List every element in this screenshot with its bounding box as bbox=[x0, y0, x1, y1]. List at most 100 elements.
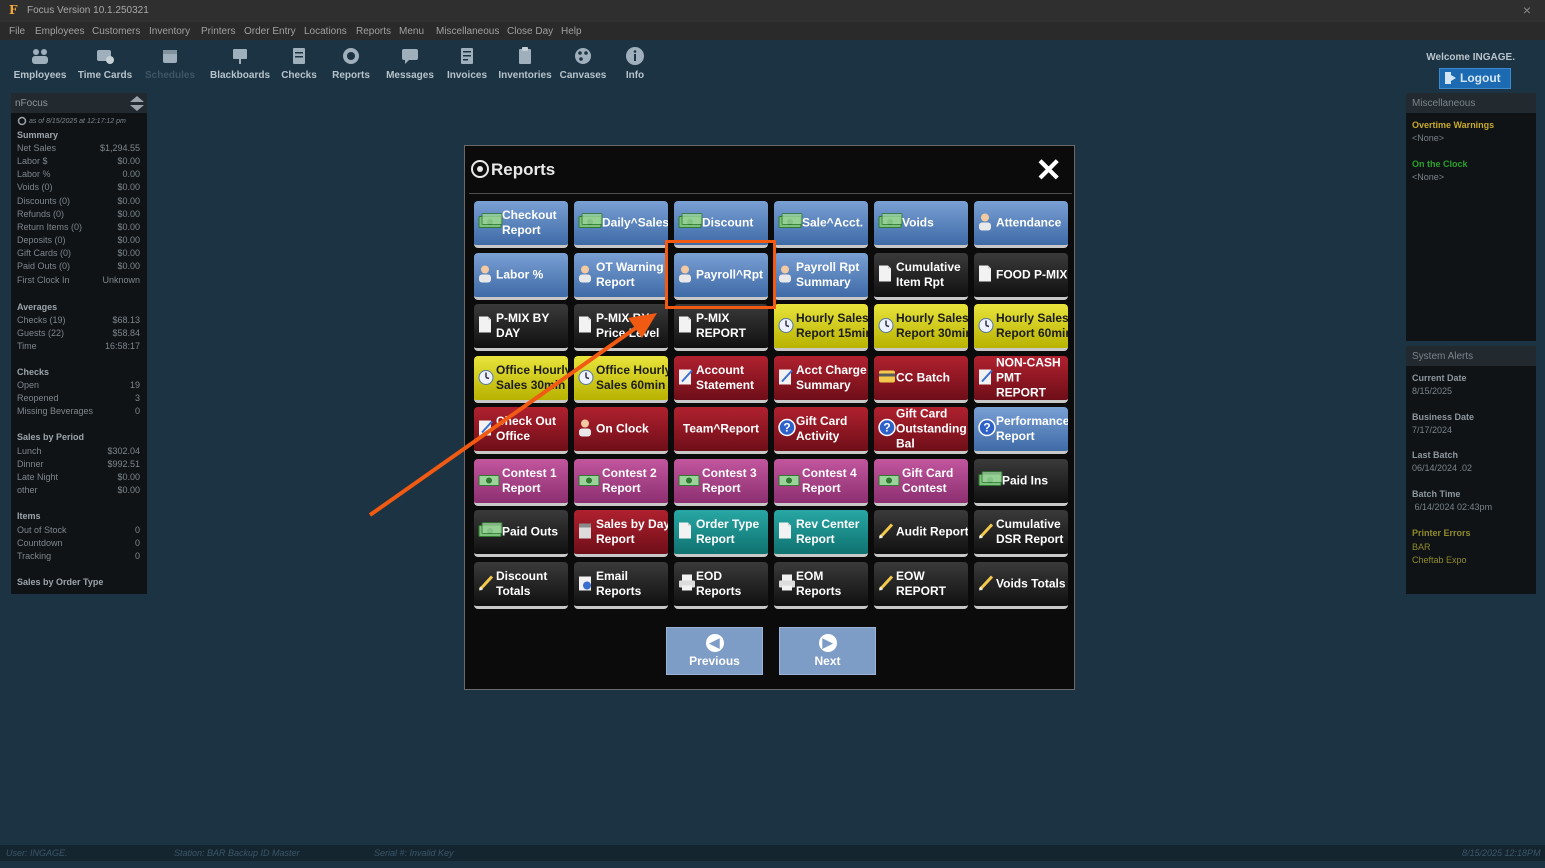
summary-label: Deposits (0) bbox=[17, 235, 66, 245]
report-button-label: P-MIX BY DAY bbox=[496, 311, 550, 340]
toolbar-reports[interactable]: Reports bbox=[321, 46, 381, 81]
report-button-hourly-sales-report-15min[interactable]: Hourly Sales Report 15min bbox=[774, 304, 868, 351]
menu-employees[interactable]: Employees bbox=[35, 26, 84, 37]
report-button-office-hourly-sales-30min[interactable]: Office Hourly Sales 30min bbox=[474, 355, 568, 403]
report-button-p-mix-by-day[interactable]: P-MIX BY DAY bbox=[474, 304, 568, 351]
report-button-contest-1-report[interactable]: Contest 1 Report bbox=[474, 458, 568, 506]
document-icon bbox=[778, 522, 792, 543]
sort-arrows-icon[interactable] bbox=[130, 96, 144, 111]
report-button-payroll-rpt[interactable]: Payroll^Rpt bbox=[674, 252, 768, 300]
report-button-sales-by-day-report[interactable]: Sales by Day Report bbox=[574, 510, 668, 557]
report-button-labor[interactable]: Labor % bbox=[474, 252, 568, 300]
report-button-attendance[interactable]: Attendance bbox=[974, 201, 1068, 248]
report-button-eod-reports[interactable]: EOD Reports bbox=[674, 561, 768, 609]
statement-icon bbox=[478, 419, 494, 440]
menu-order-entry[interactable]: Order Entry bbox=[244, 26, 296, 37]
toolbar-checks[interactable]: Checks bbox=[269, 46, 329, 81]
sales-by-order-type-heading: Sales by Order Type bbox=[17, 577, 104, 587]
report-button-rev-center-report[interactable]: Rev Center Report bbox=[774, 510, 868, 557]
main-toolbar: Employees Time Cards Schedules Blackboar… bbox=[0, 40, 1545, 92]
report-button-ot-warning-report[interactable]: OT Warning Report bbox=[574, 252, 668, 300]
report-button-gift-card-contest[interactable]: Gift Card Contest bbox=[874, 458, 968, 506]
menu-customers[interactable]: Customers bbox=[92, 26, 140, 37]
checks-icon bbox=[293, 48, 305, 64]
menu-miscellaneous[interactable]: Miscellaneous bbox=[436, 26, 499, 37]
report-button-non-cash-pmt-report[interactable]: NON-CASH PMT REPORT bbox=[974, 355, 1068, 403]
report-button-acct-charge-summary[interactable]: Acct Charge Summary bbox=[774, 355, 868, 403]
report-button-cumulative-item-rpt[interactable]: Cumulative Item Rpt bbox=[874, 252, 968, 300]
menu-locations[interactable]: Locations bbox=[304, 26, 347, 37]
checks-row: Reopened 3 bbox=[17, 393, 140, 403]
report-button-gift-card-outstanding-bal[interactable]: ? Gift Card Outstanding Bal bbox=[874, 407, 968, 454]
previous-button[interactable]: ◀ Previous bbox=[666, 627, 763, 675]
report-button-hourly-sales-report-30min[interactable]: Hourly Sales Report 30min bbox=[874, 304, 968, 351]
dialog-close-button[interactable]: ✕ bbox=[1035, 154, 1062, 186]
report-button-audit-report[interactable]: Audit Report bbox=[874, 510, 968, 557]
toolbar-employees[interactable]: Employees bbox=[10, 46, 70, 81]
menu-close-day[interactable]: Close Day bbox=[507, 26, 553, 37]
toolbar-info[interactable]: Info bbox=[605, 46, 665, 81]
report-button-checkout-report[interactable]: Checkout Report bbox=[474, 201, 568, 248]
menu-bar: File Employees Customers Inventory Print… bbox=[0, 22, 1545, 40]
menu-help[interactable]: Help bbox=[561, 26, 582, 37]
summary-label: Gift Cards (0) bbox=[17, 248, 72, 258]
report-button-contest-2-report[interactable]: Contest 2 Report bbox=[574, 458, 668, 506]
reports-icon bbox=[343, 48, 359, 64]
report-button-order-type-report[interactable]: Order Type Report bbox=[674, 510, 768, 557]
report-button-eow-report[interactable]: EOW REPORT bbox=[874, 561, 968, 609]
toolbar-blackboards[interactable]: Blackboards bbox=[210, 46, 270, 81]
report-button-payroll-rpt-summary[interactable]: Payroll Rpt Summary bbox=[774, 252, 868, 300]
report-button-discount-totals[interactable]: Discount Totals bbox=[474, 561, 568, 609]
averages-label: Guests (22) bbox=[17, 328, 65, 338]
report-button-gift-card-activity[interactable]: ? Gift Card Activity bbox=[774, 407, 868, 454]
report-button-email-reports[interactable]: Email Reports bbox=[574, 561, 668, 609]
report-button-office-hourly-sales-60min[interactable]: Office Hourly Sales 60min bbox=[574, 355, 668, 403]
menu-printers[interactable]: Printers bbox=[201, 26, 235, 37]
report-button-on-clock[interactable]: On Clock bbox=[574, 407, 668, 454]
report-button-label: Sale^Acct. bbox=[802, 215, 864, 230]
report-button-food-p-mix[interactable]: FOOD P-MIX bbox=[974, 252, 1068, 300]
report-button-discount[interactable]: Discount bbox=[674, 201, 768, 248]
report-button-p-mix-report[interactable]: P-MIX REPORT bbox=[674, 304, 768, 351]
toolbar-time-cards[interactable]: Time Cards bbox=[75, 46, 135, 81]
report-button-contest-4-report[interactable]: Contest 4 Report bbox=[774, 458, 868, 506]
toolbar-inventories[interactable]: Inventories bbox=[495, 46, 555, 81]
toolbar-canvases[interactable]: Canvases bbox=[553, 46, 613, 81]
refresh-row: as of 8/15/2025 at 12:17:12 pm bbox=[17, 116, 126, 126]
report-button-check-out-office[interactable]: Check Out Office bbox=[474, 407, 568, 454]
refresh-icon[interactable] bbox=[17, 116, 27, 126]
menu-reports[interactable]: Reports bbox=[356, 26, 391, 37]
report-button-cc-batch[interactable]: CC Batch bbox=[874, 355, 968, 403]
menu-menu[interactable]: Menu bbox=[399, 26, 424, 37]
logout-button[interactable]: Logout bbox=[1439, 68, 1511, 89]
report-button-paid-outs[interactable]: Paid Outs bbox=[474, 510, 568, 557]
report-button-voids-totals[interactable]: Voids Totals bbox=[974, 561, 1068, 609]
window-close-button[interactable]: × bbox=[1523, 2, 1531, 18]
report-button-cumulative-dsr-report[interactable]: Cumulative DSR Report bbox=[974, 510, 1068, 557]
report-button-contest-3-report[interactable]: Contest 3 Report bbox=[674, 458, 768, 506]
menu-file[interactable]: File bbox=[9, 26, 25, 37]
toolbar-invoices[interactable]: Invoices bbox=[437, 46, 497, 81]
toolbar-blackboards-label: Blackboards bbox=[210, 70, 271, 81]
report-button-paid-ins[interactable]: Paid Ins bbox=[974, 458, 1068, 506]
sales-by-period-heading: Sales by Period bbox=[17, 432, 85, 442]
report-button-hourly-sales-report-60min[interactable]: Hourly Sales Report 60min bbox=[974, 304, 1068, 351]
report-button-account-statement[interactable]: Account Statement bbox=[674, 355, 768, 403]
summary-row: Discounts (0) $0.00 bbox=[17, 196, 140, 206]
next-button[interactable]: ▶ Next bbox=[779, 627, 876, 675]
report-button-sale-acct[interactable]: Sale^Acct. bbox=[774, 201, 868, 248]
summary-label: Labor $ bbox=[17, 156, 48, 166]
summary-row: Labor % 0.00 bbox=[17, 169, 140, 179]
report-button-eom-reports[interactable]: EOM Reports bbox=[774, 561, 868, 609]
report-button-daily-sales[interactable]: Daily^Sales bbox=[574, 201, 668, 248]
credit-card-icon bbox=[878, 369, 896, 386]
clock-icon bbox=[878, 316, 894, 337]
report-button-voids[interactable]: Voids bbox=[874, 201, 968, 248]
report-button-performance-report[interactable]: ? Performance Report bbox=[974, 407, 1068, 454]
arrow-right-icon: ▶ bbox=[818, 634, 837, 652]
report-button-team-report[interactable]: Team^Report bbox=[674, 407, 768, 454]
report-button-p-mix-by-price-level[interactable]: P-MIX BY Price Level bbox=[574, 304, 668, 351]
period-label: other bbox=[17, 485, 38, 495]
toolbar-messages[interactable]: Messages bbox=[380, 46, 440, 81]
menu-inventory[interactable]: Inventory bbox=[149, 26, 190, 37]
